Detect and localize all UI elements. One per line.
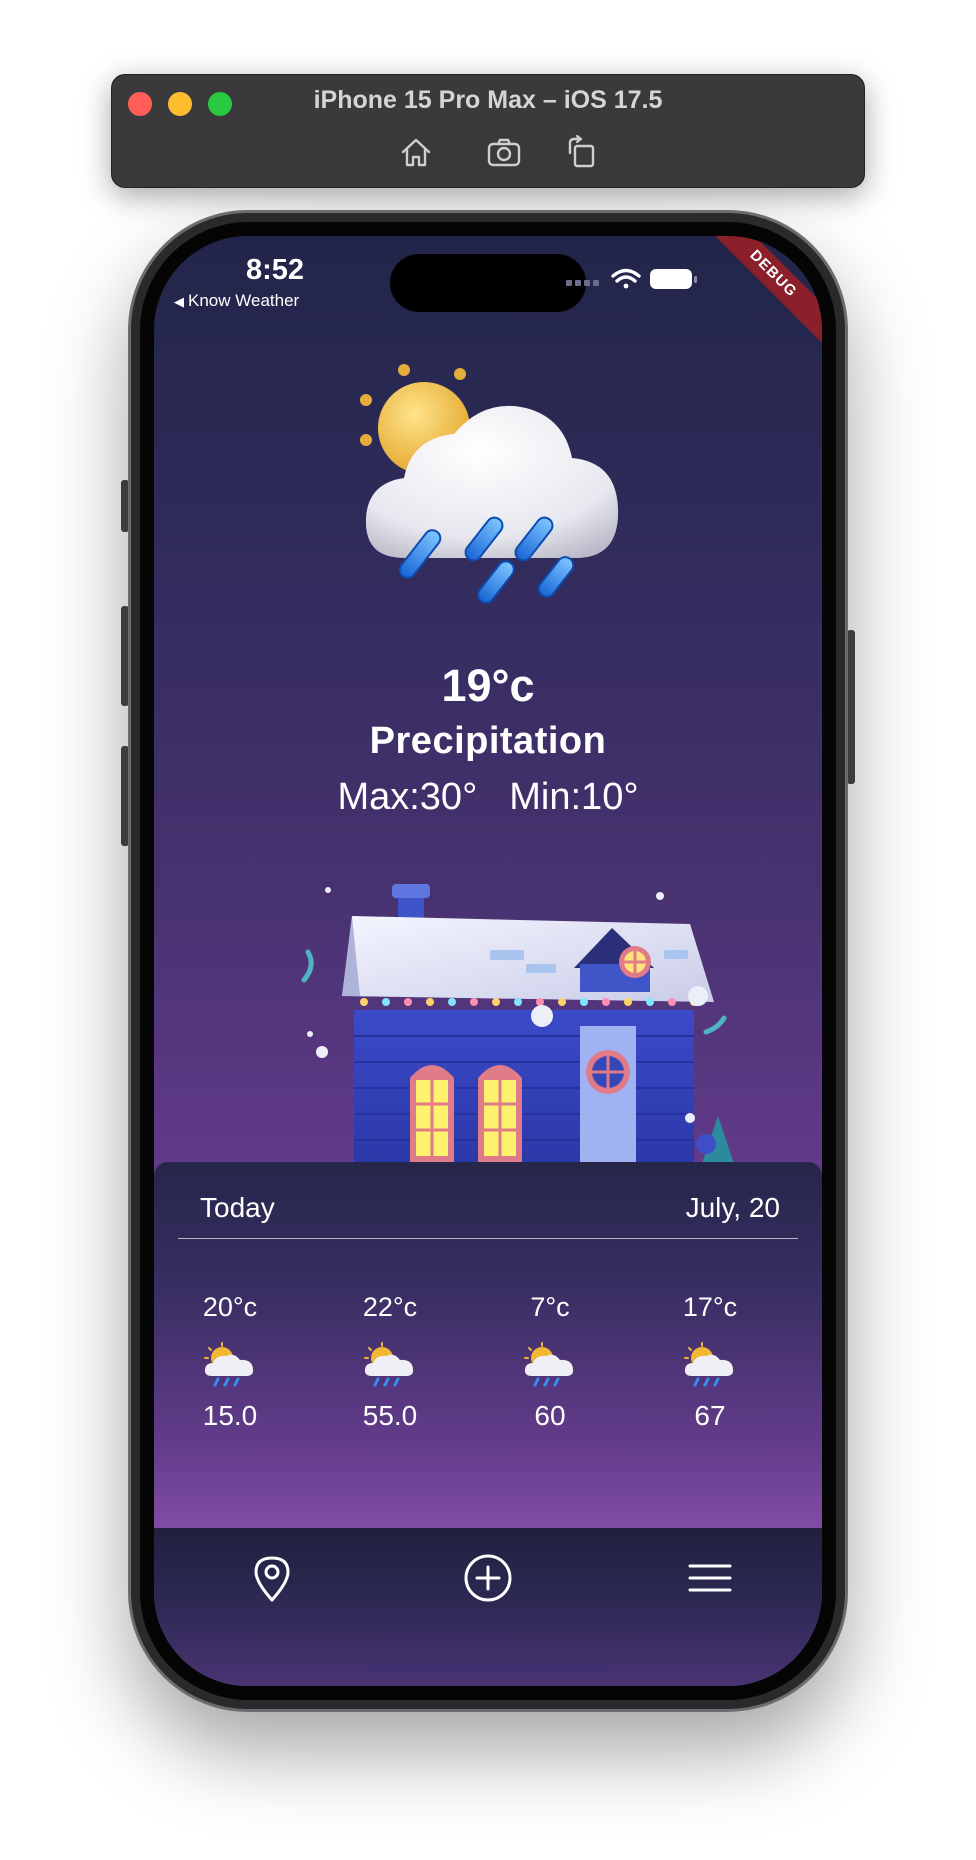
back-to-app-link[interactable]: ◀ Know Weather xyxy=(174,291,299,311)
forecast-temperature: 20°c xyxy=(202,1292,258,1322)
current-temperature: 19°c xyxy=(441,660,535,711)
sun-cloud-rain-icon xyxy=(524,1342,574,1387)
forecast-temperature: 17°c xyxy=(682,1292,738,1322)
status-time: 8:52 xyxy=(246,254,305,286)
add-circle-icon[interactable] xyxy=(460,1550,516,1606)
forecast-temperature: 22°c xyxy=(362,1292,418,1322)
battery-icon xyxy=(650,269,697,289)
bottom-navigation xyxy=(154,1528,822,1686)
forecast-value: 60 xyxy=(534,1400,566,1431)
weather-condition: Precipitation xyxy=(369,720,607,762)
temperature-range: Max:30° Min:10° xyxy=(154,776,822,819)
status-icons xyxy=(566,268,697,289)
forecast-date: July, 20 xyxy=(685,1192,780,1223)
rotate-icon[interactable] xyxy=(564,135,600,169)
sun-cloud-rain-icon xyxy=(364,1342,414,1387)
menu-icon[interactable] xyxy=(682,1550,738,1606)
forecast-value: 67 xyxy=(694,1400,726,1431)
app-screen: 8:52 ◀ Know Weather DEBUG 19°c Precipita… xyxy=(154,236,822,1686)
forecast-day-label: Today xyxy=(200,1192,275,1223)
sun-cloud-rain-icon xyxy=(204,1342,254,1387)
forecast-value: 55.0 xyxy=(362,1400,418,1431)
screenshot-icon[interactable] xyxy=(486,135,522,169)
wifi-icon xyxy=(611,268,641,289)
cellular-icon xyxy=(566,280,599,286)
divider xyxy=(178,1238,798,1239)
dynamic-island xyxy=(390,254,586,312)
forecast-panel: Today July, 20 20°c 15.0 22°c 55.0 7°c 6… xyxy=(154,1162,822,1542)
back-arrow-icon: ◀ xyxy=(174,294,184,309)
max-temperature: Max:30° xyxy=(337,776,478,818)
forecast-value: 15.0 xyxy=(202,1400,258,1431)
simulator-title: iPhone 15 Pro Max – iOS 17.5 xyxy=(313,86,663,114)
location-pin-icon[interactable] xyxy=(244,1550,300,1606)
snowy-house-illustration xyxy=(301,884,734,1176)
home-icon[interactable] xyxy=(398,135,434,169)
min-temperature: Min:10° xyxy=(509,776,639,818)
sun-cloud-rain-icon xyxy=(684,1342,734,1387)
forecast-temperature: 7°c xyxy=(530,1292,570,1322)
power-button xyxy=(847,630,855,784)
forecast-item[interactable]: 17°c 67 xyxy=(650,1292,770,1432)
forecast-item[interactable]: 20°c 15.0 xyxy=(170,1292,290,1432)
home-indicator[interactable] xyxy=(368,1664,608,1672)
back-link-label: Know Weather xyxy=(188,291,300,310)
forecast-item[interactable]: 22°c 55.0 xyxy=(330,1292,450,1432)
forecast-item[interactable]: 7°c 60 xyxy=(490,1292,610,1432)
sun-cloud-rain-icon xyxy=(360,364,619,604)
